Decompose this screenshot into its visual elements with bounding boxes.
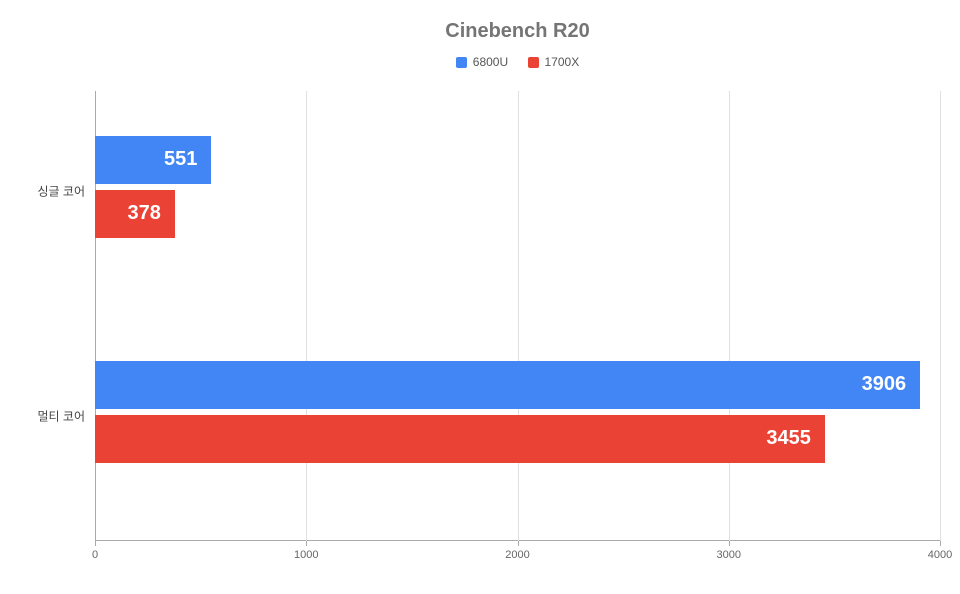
legend-swatch-0 [456, 57, 467, 68]
legend-swatch-1 [528, 57, 539, 68]
category-label: 멀티 코어 [25, 407, 85, 424]
category-group: 멀티 코어39063455 [95, 361, 940, 471]
x-tick-label: 3000 [717, 549, 741, 561]
bar-value-label: 378 [127, 202, 160, 225]
legend-item-1: 1700X [528, 55, 580, 69]
x-tick-mark [306, 541, 307, 546]
bar-value-label: 3906 [862, 373, 907, 396]
bar: 3455 [95, 415, 825, 463]
x-tick-mark [518, 541, 519, 546]
chart-title: Cinebench R20 [95, 20, 940, 43]
chart-container: Cinebench R20 6800U 1700X 0 1000 2000 3000 4… [0, 0, 960, 594]
x-tick-mark [95, 541, 96, 546]
plot-area: 01000200030004000싱글 코어551378멀티 코어3906345… [95, 91, 940, 541]
bar-value-label: 3455 [766, 427, 811, 450]
legend-label-0: 6800U [473, 55, 508, 69]
legend-label-1: 1700X [545, 55, 580, 69]
category-label: 싱글 코어 [25, 182, 85, 199]
gridline [940, 91, 941, 541]
x-tick-mark [729, 541, 730, 546]
legend-item-0: 6800U [456, 55, 508, 69]
category-group: 싱글 코어551378 [95, 136, 940, 246]
legend: 6800U 1700X [95, 55, 940, 71]
bar: 551 [95, 136, 211, 184]
x-tick-label: 1000 [294, 549, 318, 561]
x-tick-label: 4000 [928, 549, 952, 561]
x-tick-label: 2000 [505, 549, 529, 561]
bar-value-label: 551 [164, 148, 197, 171]
x-tick-mark [940, 541, 941, 546]
bar: 3906 [95, 361, 920, 409]
bar: 378 [95, 190, 175, 238]
x-tick-label: 0 [92, 549, 98, 561]
